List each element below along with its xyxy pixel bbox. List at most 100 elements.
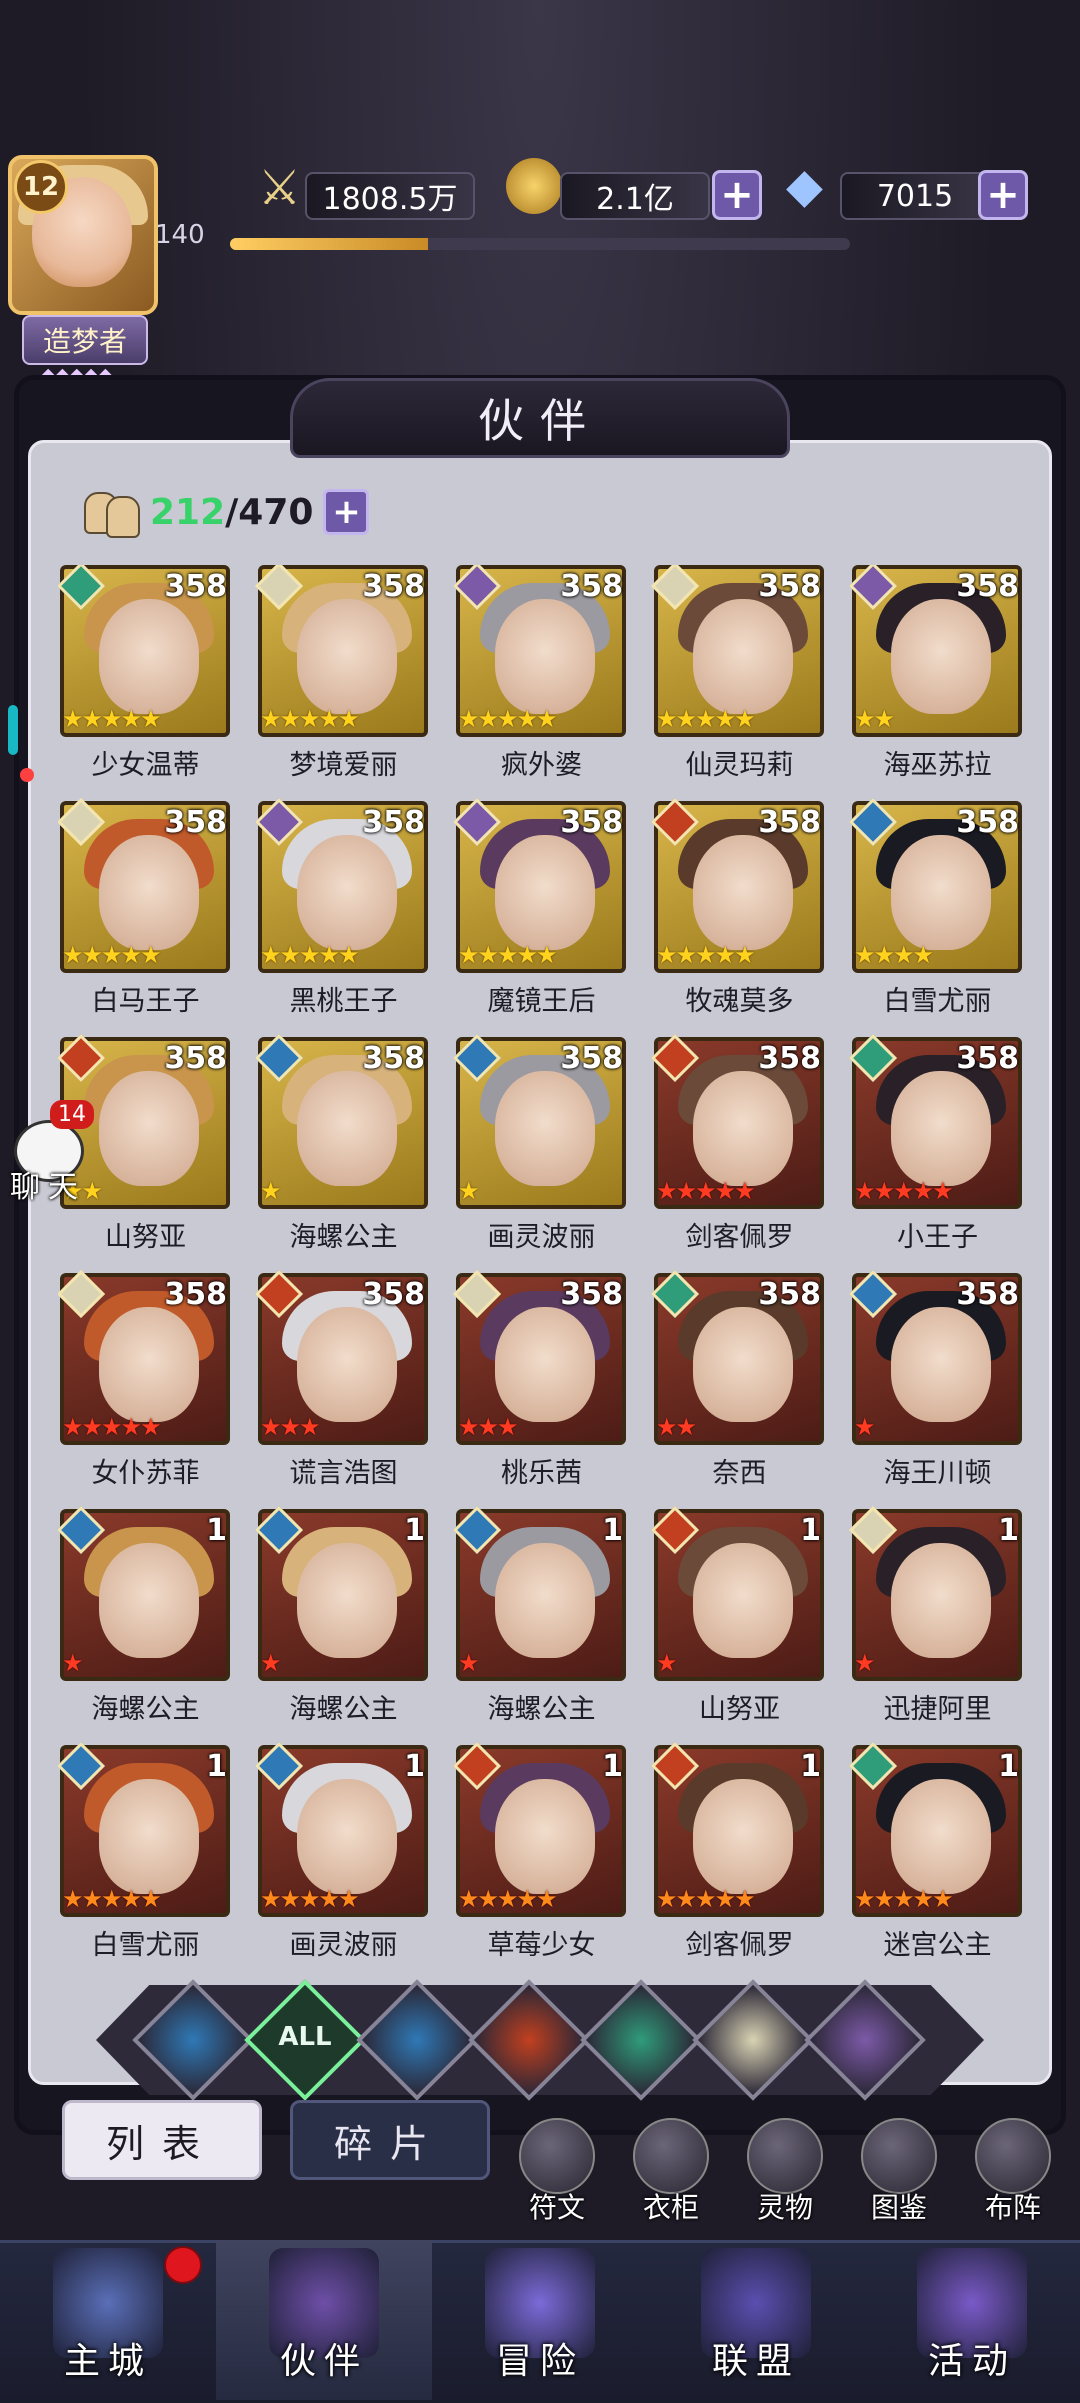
portrait-face	[693, 1071, 793, 1186]
companion-card[interactable]: 358 ★★★★★ 黑桃王子	[254, 797, 431, 1021]
companion-card[interactable]: 1 ★★★★★ 草莓少女	[452, 1741, 629, 1960]
companion-card[interactable]: 358 ★★★★ 白雪尤丽	[848, 797, 1025, 1021]
portrait-face	[495, 1071, 595, 1186]
tool-button-spirit-item[interactable]: 灵物	[740, 2118, 830, 2226]
element-diamond	[58, 1741, 106, 1791]
companion-card[interactable]: 358 ★★★★★ 白马王子	[58, 797, 233, 1021]
companion-card[interactable]: 358 ★★ 海巫苏拉	[848, 565, 1025, 785]
companion-name: 迷宫公主	[883, 1930, 992, 1960]
water-element-icon	[846, 1267, 900, 1321]
companion-stars: ★★★	[458, 1413, 519, 1441]
page-title: 伙伴	[290, 378, 790, 458]
tool-button-wardrobe[interactable]: 衣柜	[626, 2118, 716, 2226]
companion-name: 白雪尤丽	[91, 1930, 200, 1960]
companions-icon	[82, 486, 142, 538]
companion-level: 358	[956, 805, 1019, 840]
tab-fragments[interactable]: 碎片	[290, 2100, 490, 2180]
nav-witch-hat[interactable]: 伙伴	[216, 2240, 432, 2400]
companion-card[interactable]: 1 ★ 海螺公主	[254, 1505, 431, 1729]
companion-card[interactable]: 1 ★ 海螺公主	[58, 1505, 233, 1729]
add-gems-button[interactable]: +	[978, 170, 1028, 220]
companion-card[interactable]: 1 ★ 山努亚	[650, 1505, 827, 1729]
chat-button[interactable]: 14 聊天	[4, 1100, 94, 1205]
companion-card[interactable]: 358 ★ 画灵波丽	[452, 1033, 629, 1257]
companion-name: 画灵波丽	[487, 1222, 596, 1253]
element-diamond	[848, 1505, 898, 1555]
companion-card[interactable]: 358 ★ 海螺公主	[254, 1033, 431, 1257]
tab-list[interactable]: 列表	[62, 2100, 262, 2180]
companion-card[interactable]: 358 ★★ 奈西	[650, 1269, 827, 1493]
nav-cards[interactable]: 活动	[864, 2240, 1080, 2400]
spirit-item-icon	[747, 2118, 823, 2194]
element-diamond	[254, 1033, 304, 1083]
companion-card[interactable]: 358 ★★★★★ 魔镜王后	[452, 797, 629, 1021]
portrait-face	[99, 1071, 199, 1186]
light-element-icon	[58, 795, 108, 849]
exp-value: 140	[155, 220, 205, 250]
expand-capacity-button[interactable]: +	[323, 489, 370, 535]
nav-label: 联盟	[711, 2341, 800, 2382]
player-level-badge: 12	[14, 160, 68, 214]
portrait-face	[495, 835, 595, 950]
element-diamond	[58, 1033, 106, 1083]
companion-card[interactable]: 358 ★★★★★ 牧魂莫多	[650, 797, 827, 1021]
companion-card[interactable]: 358 ★★★★★ 小王子	[848, 1033, 1025, 1257]
portrait-face	[297, 1071, 397, 1186]
companion-card[interactable]: 358 ★★★★★ 剑客佩罗	[650, 1033, 827, 1257]
companion-name: 黑桃王子	[289, 986, 398, 1017]
companion-card[interactable]: 1 ★ 迅捷阿里	[848, 1505, 1025, 1729]
companion-level: 358	[164, 1277, 227, 1312]
element-diamond	[650, 1741, 700, 1791]
tool-button-formation[interactable]: 布阵	[968, 2118, 1058, 2226]
companion-level: 358	[560, 569, 623, 604]
portrait-face	[297, 1779, 397, 1894]
dark-element-icon	[450, 565, 504, 613]
companion-level: 1	[602, 1749, 623, 1784]
player-title-badge[interactable]: 造梦者	[22, 315, 148, 365]
fire-element-icon	[648, 795, 702, 849]
chat-label: 聊天	[10, 1170, 86, 1205]
companion-card[interactable]: 358 ★★★★★ 疯外婆	[452, 565, 629, 785]
exp-bar	[230, 238, 850, 250]
light-element-icon	[648, 565, 702, 613]
nav-compass[interactable]: 冒险	[432, 2240, 648, 2400]
companion-stars: ★★★★★	[656, 941, 756, 969]
element-diamond	[254, 565, 304, 611]
companion-card[interactable]: 358 ★★★★★ 女仆苏菲	[58, 1269, 233, 1493]
companion-card[interactable]: 1 ★★★★★ 画灵波丽	[254, 1741, 431, 1960]
tool-label: 灵物	[756, 2191, 813, 2224]
companion-card[interactable]: 1 ★★★★★ 剑客佩罗	[650, 1741, 827, 1960]
companion-name: 桃乐茜	[501, 1458, 582, 1489]
companion-level: 1	[998, 1749, 1019, 1784]
add-gold-button[interactable]: +	[712, 170, 762, 220]
tool-label: 衣柜	[642, 2191, 699, 2224]
element-diamond	[452, 1741, 502, 1791]
companion-card[interactable]: 358 ★★★ 桃乐茜	[452, 1269, 629, 1493]
companion-level: 358	[956, 569, 1019, 604]
companion-name: 海螺公主	[487, 1694, 596, 1725]
light-element-icon	[846, 1503, 900, 1557]
portrait-face	[891, 599, 991, 714]
companion-level: 1	[998, 1513, 1019, 1548]
water-element-icon	[450, 1503, 504, 1557]
companion-card[interactable]: 358 ★★★★★ 少女温蒂	[58, 565, 233, 785]
element-diamond	[452, 1269, 502, 1319]
companion-card[interactable]: 1 ★★★★★ 白雪尤丽	[58, 1741, 233, 1960]
tool-button-rune[interactable]: 符文	[512, 2118, 602, 2226]
owned-count: 212	[150, 491, 226, 533]
companion-card[interactable]: 1 ★★★★★ 迷宫公主	[848, 1741, 1025, 1960]
companion-level: 358	[164, 1041, 227, 1076]
companion-stars: ★	[854, 1413, 875, 1441]
companion-card[interactable]: 358 ★★★★★ 梦境爱丽	[254, 565, 431, 785]
companion-card[interactable]: 358 ★★★ 谎言浩图	[254, 1269, 431, 1493]
companion-card[interactable]: 358 ★★★★★ 仙灵玛莉	[650, 565, 827, 785]
fire-element-icon	[58, 1031, 108, 1085]
companion-card[interactable]: 358 ★ 海王川顿	[848, 1269, 1025, 1493]
companion-name: 剑客佩罗	[685, 1930, 794, 1960]
companion-name: 海螺公主	[289, 1694, 398, 1725]
companion-stars: ★★★★★	[854, 1177, 954, 1205]
water-element-icon	[252, 1739, 306, 1793]
companion-card[interactable]: 1 ★ 海螺公主	[452, 1505, 629, 1729]
nav-alliance-shield[interactable]: 联盟	[648, 2240, 864, 2400]
tool-button-codex[interactable]: 图鉴	[854, 2118, 944, 2226]
